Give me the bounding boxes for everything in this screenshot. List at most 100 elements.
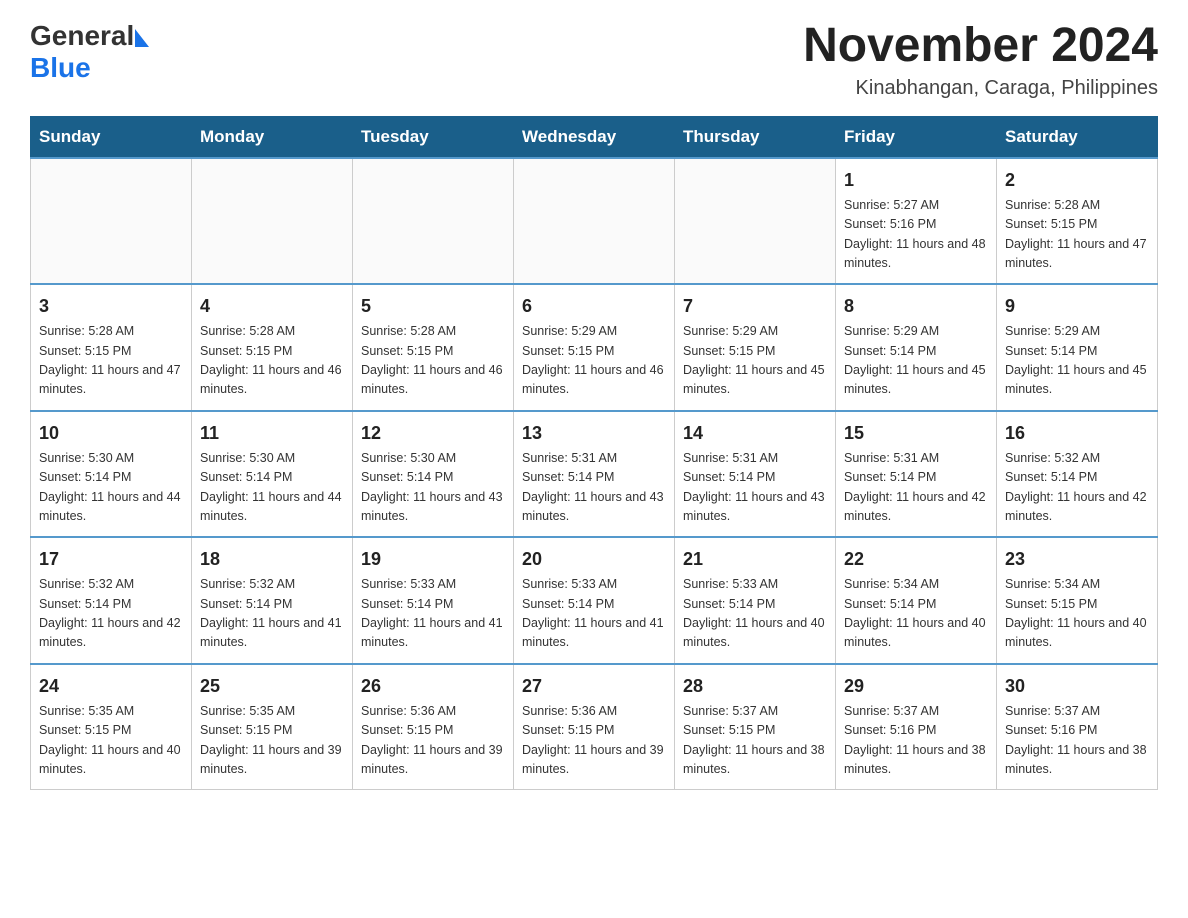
calendar-table: SundayMondayTuesdayWednesdayThursdayFrid… <box>30 116 1158 791</box>
day-number: 28 <box>683 673 827 700</box>
calendar-cell: 29Sunrise: 5:37 AM Sunset: 5:16 PM Dayli… <box>836 664 997 790</box>
day-info: Sunrise: 5:32 AM Sunset: 5:14 PM Dayligh… <box>200 575 344 653</box>
week-row-4: 17 Sunrise: 5:32 AM Sunset: 5:14 PM Dayli… <box>31 537 1158 664</box>
day-number: 11 <box>200 420 344 447</box>
calendar-cell: 28Sunrise: 5:37 AM Sunset: 5:15 PM Dayli… <box>675 664 836 790</box>
calendar-cell <box>514 158 675 285</box>
day-info: Sunrise: 5:28 AM Sunset: 5:15 PM Dayligh… <box>39 322 183 400</box>
week-row-3: 10Sunrise: 5:30 AM Sunset: 5:14 PM Dayli… <box>31 411 1158 538</box>
day-info: Sunrise: 5:29 AM Sunset: 5:14 PM Dayligh… <box>844 322 988 400</box>
day-number: 18 <box>200 546 344 573</box>
day-info: Sunrise: 5:31 AM Sunset: 5:14 PM Dayligh… <box>683 449 827 527</box>
calendar-cell: 5Sunrise: 5:28 AM Sunset: 5:15 PM Daylig… <box>353 284 514 411</box>
calendar-cell: 3Sunrise: 5:28 AM Sunset: 5:15 PM Daylig… <box>31 284 192 411</box>
calendar-cell: 16Sunrise: 5:32 AM Sunset: 5:14 PM Dayli… <box>997 411 1158 538</box>
calendar-cell: 24Sunrise: 5:35 AM Sunset: 5:15 PM Dayli… <box>31 664 192 790</box>
day-info: Sunrise: 5:30 AM Sunset: 5:14 PM Dayligh… <box>39 449 183 527</box>
calendar-cell: 21Sunrise: 5:33 AM Sunset: 5:14 PM Dayli… <box>675 537 836 664</box>
month-title: November 2024 <box>803 20 1158 73</box>
day-info: Sunrise: 5:33 AM Sunset: 5:14 PM Dayligh… <box>683 575 827 653</box>
day-number: 7 <box>683 293 827 320</box>
calendar-cell: 8Sunrise: 5:29 AM Sunset: 5:14 PM Daylig… <box>836 284 997 411</box>
day-info: Sunrise: 5:36 AM Sunset: 5:15 PM Dayligh… <box>522 702 666 780</box>
logo-general-text: General <box>30 20 134 52</box>
day-number: 10 <box>39 420 183 447</box>
calendar-cell <box>31 158 192 285</box>
calendar-cell: 11Sunrise: 5:30 AM Sunset: 5:14 PM Dayli… <box>192 411 353 538</box>
day-info: Sunrise: 5:33 AM Sunset: 5:14 PM Dayligh… <box>522 575 666 653</box>
day-number: 5 <box>361 293 505 320</box>
calendar-cell: 7Sunrise: 5:29 AM Sunset: 5:15 PM Daylig… <box>675 284 836 411</box>
day-info: Sunrise: 5:29 AM Sunset: 5:15 PM Dayligh… <box>522 322 666 400</box>
day-number: 8 <box>844 293 988 320</box>
day-number: 25 <box>200 673 344 700</box>
day-info: Sunrise: 5:31 AM Sunset: 5:14 PM Dayligh… <box>522 449 666 527</box>
week-row-5: 24Sunrise: 5:35 AM Sunset: 5:15 PM Dayli… <box>31 664 1158 790</box>
weekday-header-tuesday: Tuesday <box>353 116 514 158</box>
calendar-cell: 23Sunrise: 5:34 AM Sunset: 5:15 PM Dayli… <box>997 537 1158 664</box>
weekday-header-friday: Friday <box>836 116 997 158</box>
logo-arrow-icon <box>135 29 149 47</box>
calendar-cell: 14Sunrise: 5:31 AM Sunset: 5:14 PM Dayli… <box>675 411 836 538</box>
calendar-cell <box>192 158 353 285</box>
day-info: Sunrise: 5:30 AM Sunset: 5:14 PM Dayligh… <box>200 449 344 527</box>
day-info: Sunrise: 5:30 AM Sunset: 5:14 PM Dayligh… <box>361 449 505 527</box>
day-info: Sunrise: 5:35 AM Sunset: 5:15 PM Dayligh… <box>39 702 183 780</box>
day-number: 3 <box>39 293 183 320</box>
day-info: Sunrise: 5:37 AM Sunset: 5:16 PM Dayligh… <box>1005 702 1149 780</box>
day-info: Sunrise: 5:29 AM Sunset: 5:15 PM Dayligh… <box>683 322 827 400</box>
day-info: Sunrise: 5:34 AM Sunset: 5:14 PM Dayligh… <box>844 575 988 653</box>
day-number: 14 <box>683 420 827 447</box>
week-row-1: 1Sunrise: 5:27 AM Sunset: 5:16 PM Daylig… <box>31 158 1158 285</box>
day-number: 1 <box>844 167 988 194</box>
day-number: 27 <box>522 673 666 700</box>
day-info: Sunrise: 5:34 AM Sunset: 5:15 PM Dayligh… <box>1005 575 1149 653</box>
day-number: 9 <box>1005 293 1149 320</box>
week-row-2: 3Sunrise: 5:28 AM Sunset: 5:15 PM Daylig… <box>31 284 1158 411</box>
day-info: Sunrise: 5:37 AM Sunset: 5:16 PM Dayligh… <box>844 702 988 780</box>
calendar-cell: 26Sunrise: 5:36 AM Sunset: 5:15 PM Dayli… <box>353 664 514 790</box>
day-number: 13 <box>522 420 666 447</box>
calendar-cell <box>353 158 514 285</box>
logo-blue-text: Blue <box>30 52 91 84</box>
day-number: 15 <box>844 420 988 447</box>
day-info: Sunrise: 5:27 AM Sunset: 5:16 PM Dayligh… <box>844 196 988 274</box>
day-number: 23 <box>1005 546 1149 573</box>
logo: General Blue <box>30 20 149 84</box>
title-area: November 2024 Kinabhangan, Caraga, Phili… <box>803 20 1158 100</box>
weekday-header-thursday: Thursday <box>675 116 836 158</box>
day-info: Sunrise: 5:29 AM Sunset: 5:14 PM Dayligh… <box>1005 322 1149 400</box>
day-info: Sunrise: 5:31 AM Sunset: 5:14 PM Dayligh… <box>844 449 988 527</box>
day-number: 30 <box>1005 673 1149 700</box>
calendar-cell: 27Sunrise: 5:36 AM Sunset: 5:15 PM Dayli… <box>514 664 675 790</box>
day-number: 16 <box>1005 420 1149 447</box>
weekday-header-sunday: Sunday <box>31 116 192 158</box>
day-info: Sunrise: 5:35 AM Sunset: 5:15 PM Dayligh… <box>200 702 344 780</box>
day-number: 22 <box>844 546 988 573</box>
calendar-cell <box>675 158 836 285</box>
day-number: 4 <box>200 293 344 320</box>
calendar-cell: 2Sunrise: 5:28 AM Sunset: 5:15 PM Daylig… <box>997 158 1158 285</box>
day-number: 20 <box>522 546 666 573</box>
calendar-cell: 12Sunrise: 5:30 AM Sunset: 5:14 PM Dayli… <box>353 411 514 538</box>
calendar-cell: 20Sunrise: 5:33 AM Sunset: 5:14 PM Dayli… <box>514 537 675 664</box>
calendar-cell: 25Sunrise: 5:35 AM Sunset: 5:15 PM Dayli… <box>192 664 353 790</box>
day-number: 24 <box>39 673 183 700</box>
weekday-header-saturday: Saturday <box>997 116 1158 158</box>
day-info: Sunrise: 5:33 AM Sunset: 5:14 PM Dayligh… <box>361 575 505 653</box>
day-info: Sunrise: 5:28 AM Sunset: 5:15 PM Dayligh… <box>361 322 505 400</box>
day-number: 29 <box>844 673 988 700</box>
day-number: 2 <box>1005 167 1149 194</box>
day-number: 17 <box>39 546 183 573</box>
day-info: Sunrise: 5:28 AM Sunset: 5:15 PM Dayligh… <box>1005 196 1149 274</box>
day-info: Sunrise: 5:37 AM Sunset: 5:15 PM Dayligh… <box>683 702 827 780</box>
calendar-cell: 19Sunrise: 5:33 AM Sunset: 5:14 PM Dayli… <box>353 537 514 664</box>
day-number: 12 <box>361 420 505 447</box>
day-info: Sunrise: 5:32 AM Sunset: 5:14 PM Dayligh… <box>1005 449 1149 527</box>
calendar-cell: 6Sunrise: 5:29 AM Sunset: 5:15 PM Daylig… <box>514 284 675 411</box>
calendar-cell: 18Sunrise: 5:32 AM Sunset: 5:14 PM Dayli… <box>192 537 353 664</box>
calendar-cell: 30Sunrise: 5:37 AM Sunset: 5:16 PM Dayli… <box>997 664 1158 790</box>
location-text: Kinabhangan, Caraga, Philippines <box>803 77 1158 100</box>
calendar-cell: 1Sunrise: 5:27 AM Sunset: 5:16 PM Daylig… <box>836 158 997 285</box>
calendar-cell: 22Sunrise: 5:34 AM Sunset: 5:14 PM Dayli… <box>836 537 997 664</box>
